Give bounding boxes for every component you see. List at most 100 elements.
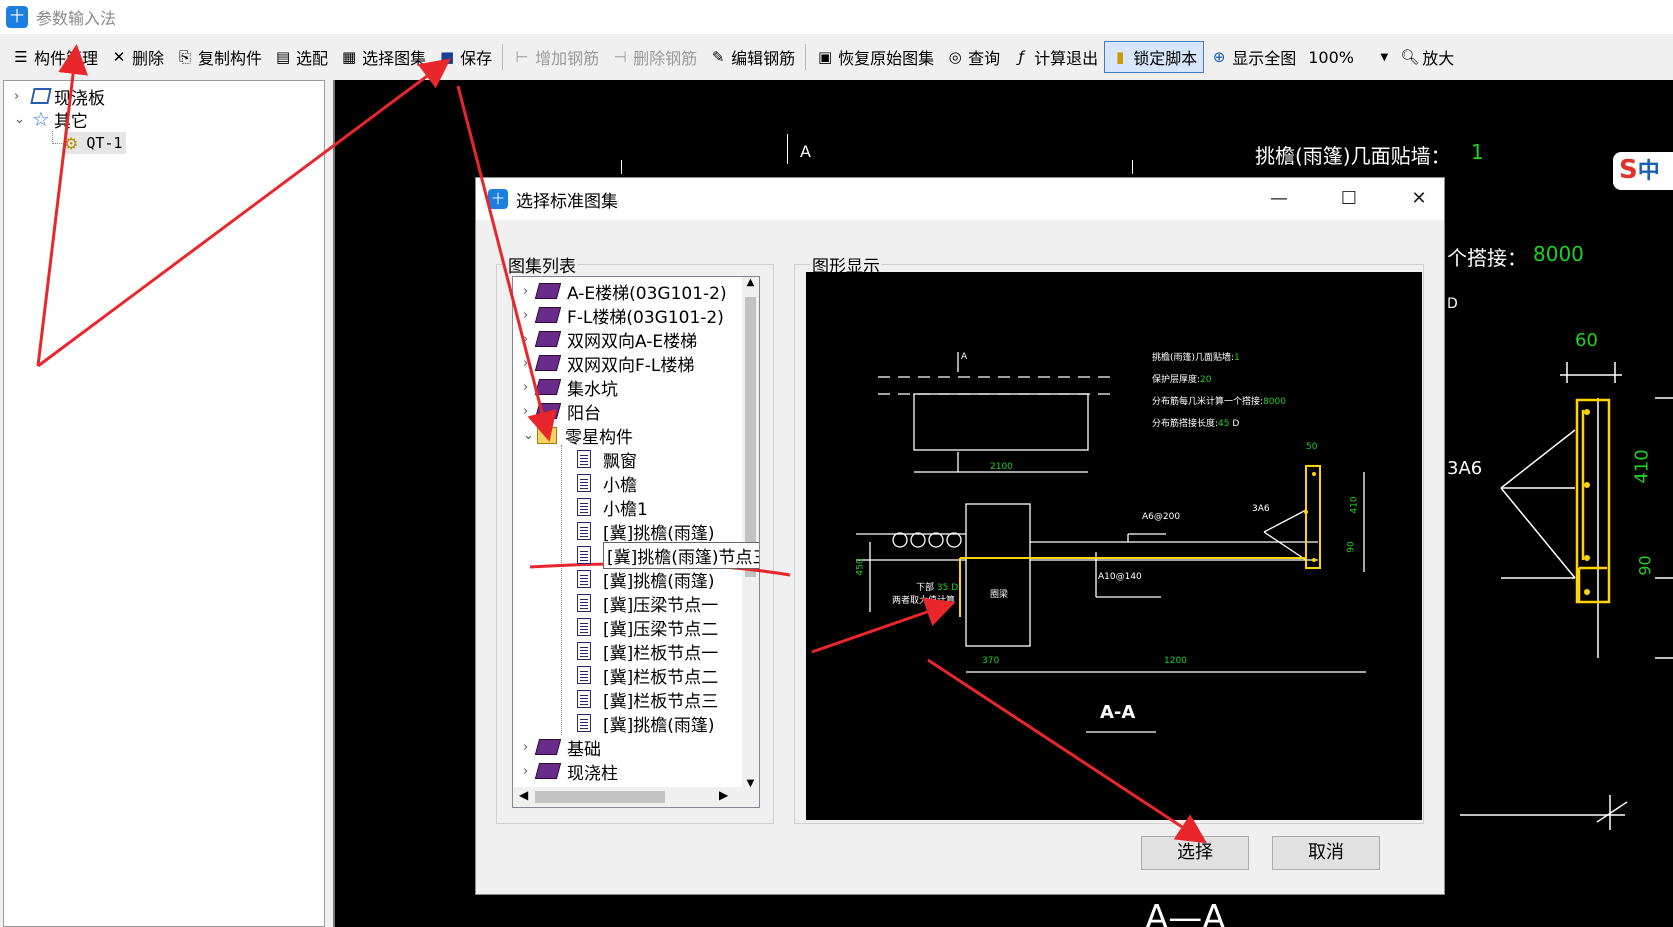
remove-rebar-button[interactable]: ⊣ 删除钢筋 <box>605 41 703 73</box>
star-icon: ☆ <box>32 107 50 131</box>
lock-script-button[interactable]: ▮ 锁定脚本 <box>1104 41 1205 73</box>
copy-component-button[interactable]: ⎘ 复制构件 <box>170 41 268 73</box>
paste-icon: ▤ <box>275 48 291 66</box>
list-item[interactable]: [冀]压梁节点二 <box>577 615 718 640</box>
list-item[interactable]: ⌄ 零星构件 <box>523 423 633 448</box>
scroll-right-icon[interactable]: ▶ <box>719 788 728 802</box>
preview-note2: 两者取大值计算 <box>892 596 956 606</box>
list-item[interactable]: › 阳台 <box>523 399 601 424</box>
preview-d50: 50 <box>1306 442 1318 452</box>
list-item[interactable]: [冀]压梁节点一 <box>577 591 718 616</box>
list-item[interactable]: [冀]栏板节点三 <box>577 687 718 712</box>
save-button[interactable]: ■ 保存 <box>432 41 498 73</box>
book-icon <box>534 763 562 779</box>
collapse-icon[interactable]: ⌄ <box>523 428 537 443</box>
preview-beam: 圈梁 <box>990 590 1009 600</box>
add-rebar-icon: ⊢ <box>515 48 529 66</box>
calc-exit-button[interactable]: ƒ 计算退出 <box>1006 41 1104 73</box>
document-icon <box>577 642 591 660</box>
slab-icon <box>30 88 52 104</box>
horizontal-scrollbar[interactable]: ◀ ▶ <box>513 787 759 807</box>
edit-rebar-icon: ✎ <box>711 48 725 66</box>
list-item[interactable]: [冀]挑檐(雨篷) <box>577 519 715 544</box>
minimize-button[interactable]: — <box>1256 178 1302 220</box>
scroll-left-icon[interactable]: ◀ <box>519 788 528 802</box>
select-match-button[interactable]: ▤ 选配 <box>268 41 334 73</box>
zoom-in-button[interactable]: 🔍︎ 放大 <box>1394 41 1460 73</box>
maximize-button[interactable]: ☐ <box>1326 178 1372 220</box>
document-icon <box>577 690 591 708</box>
book-icon <box>534 403 562 419</box>
preview-d410: 410 <box>1349 496 1360 514</box>
list-item[interactable]: 飘窗 <box>577 447 637 472</box>
list-item[interactable]: 小檐 <box>577 471 637 496</box>
component-manage-button[interactable]: ☰ 构件管理 <box>6 41 104 73</box>
list-item[interactable]: 小檐1 <box>577 495 648 520</box>
preview-p2: 保护层厚度:20 <box>1152 375 1212 385</box>
toolbar: ☰ 构件管理 ✕ 删除 ⎘ 复制构件 ▤ 选配 ▦ 选择图集 ■ 保存 ⊢ 增加钢筋 ⊣ 删除钢… <box>0 38 1673 76</box>
fit-icon: ⊕ <box>1212 48 1226 66</box>
preview-p1: 挑檐(雨篷)几面贴墙:1 <box>1152 353 1240 363</box>
scroll-thumb[interactable] <box>535 791 665 803</box>
list-item[interactable]: › 双网双向F-L楼梯 <box>523 351 694 376</box>
window-title: 参数输入法 <box>36 9 117 28</box>
select-atlas-button[interactable]: ▦ 选择图集 <box>334 41 432 73</box>
preview-d90: 90 <box>1346 541 1357 553</box>
list-item[interactable]: [冀]栏板节点二 <box>577 663 718 688</box>
list-item[interactable]: › A-E楼梯(03G101-2) <box>523 279 727 304</box>
document-icon <box>577 546 591 564</box>
remove-rebar-icon: ⊣ <box>613 48 627 66</box>
list-item[interactable]: › F-L楼梯(03G101-2) <box>523 303 724 328</box>
restore-icon: ▣ <box>818 48 833 66</box>
toolbar-divider <box>502 44 504 70</box>
tree-item-qt1[interactable]: ⚙ QT-1 <box>64 132 127 154</box>
preview-d2100: 2100 <box>990 462 1013 472</box>
document-icon <box>577 714 591 732</box>
function-icon: ƒ <box>1018 48 1024 66</box>
delete-icon: ✕ <box>112 48 126 66</box>
collapse-icon[interactable]: ⌄ <box>14 112 28 127</box>
cancel-button[interactable]: 取消 <box>1272 836 1380 870</box>
scroll-thumb[interactable] <box>745 297 756 577</box>
tree-item-slab[interactable]: › 现浇板 <box>14 85 105 109</box>
sogou-ime-icon[interactable]: S中 <box>1613 152 1673 190</box>
folder-open-icon <box>537 426 557 444</box>
list-item[interactable]: › 集水坑 <box>523 375 618 400</box>
app-icon: 十 <box>488 189 508 209</box>
toolbar-divider <box>805 44 807 70</box>
fit-view-button[interactable]: ⊕ 显示全图 <box>1204 41 1302 73</box>
book-icon <box>534 379 562 395</box>
list-item[interactable]: [冀]挑檐(雨篷) <box>577 567 715 592</box>
close-button[interactable]: ✕ <box>1396 178 1442 220</box>
preview-note1: 下部 35 D <box>916 583 959 593</box>
tree-item-other[interactable]: ⌄ ☆ 其它 <box>14 107 88 132</box>
expand-icon[interactable]: › <box>14 89 28 104</box>
zoom-select[interactable]: 100% ▼ <box>1302 43 1394 71</box>
atlas-list[interactable]: › A-E楼梯(03G101-2) › F-L楼梯(03G101-2) › 双网双向A… <box>512 276 760 808</box>
preview-p3: 分布筋每几米计算一个搭接:8000 <box>1152 397 1286 407</box>
tree-connector <box>52 131 64 144</box>
select-button[interactable]: 选择 <box>1141 836 1249 870</box>
list-item[interactable]: [冀]栏板节点一 <box>577 639 718 664</box>
list-item[interactable]: › 基础 <box>523 735 601 760</box>
document-icon <box>577 618 591 636</box>
scroll-up-icon[interactable]: ▲ <box>742 277 759 294</box>
save-icon: ■ <box>439 48 455 66</box>
list-item[interactable]: › 双网双向A-E楼梯 <box>523 327 697 352</box>
dialog-title-bar: 十 选择标准图集 — ☐ ✕ <box>476 178 1444 220</box>
restore-atlas-button[interactable]: ▣ 恢复原始图集 <box>810 41 940 73</box>
add-rebar-button[interactable]: ⊢ 增加钢筋 <box>507 41 605 73</box>
list-item[interactable]: › 现浇柱 <box>523 759 618 784</box>
preview-p4: 分布筋搭接长度:45 D <box>1152 419 1240 429</box>
atlas-icon: ▦ <box>341 48 357 66</box>
document-icon <box>577 666 591 684</box>
list-item-selected[interactable]: [冀]挑檐(雨篷)节点三 <box>577 541 759 569</box>
book-icon <box>534 355 562 371</box>
select-atlas-dialog: 十 选择标准图集 — ☐ ✕ 图集列表 图形显示 › A-E楼梯(03G101-2… <box>475 177 1445 895</box>
preview-d1200: 1200 <box>1164 656 1187 666</box>
edit-rebar-button[interactable]: ✎ 编辑钢筋 <box>703 41 801 73</box>
delete-button[interactable]: ✕ 删除 <box>104 41 170 73</box>
gear-icon: ⚙ <box>64 133 79 153</box>
list-item[interactable]: [冀]挑檐(雨篷) <box>577 711 715 736</box>
query-button[interactable]: ◎ 查询 <box>940 41 1006 73</box>
